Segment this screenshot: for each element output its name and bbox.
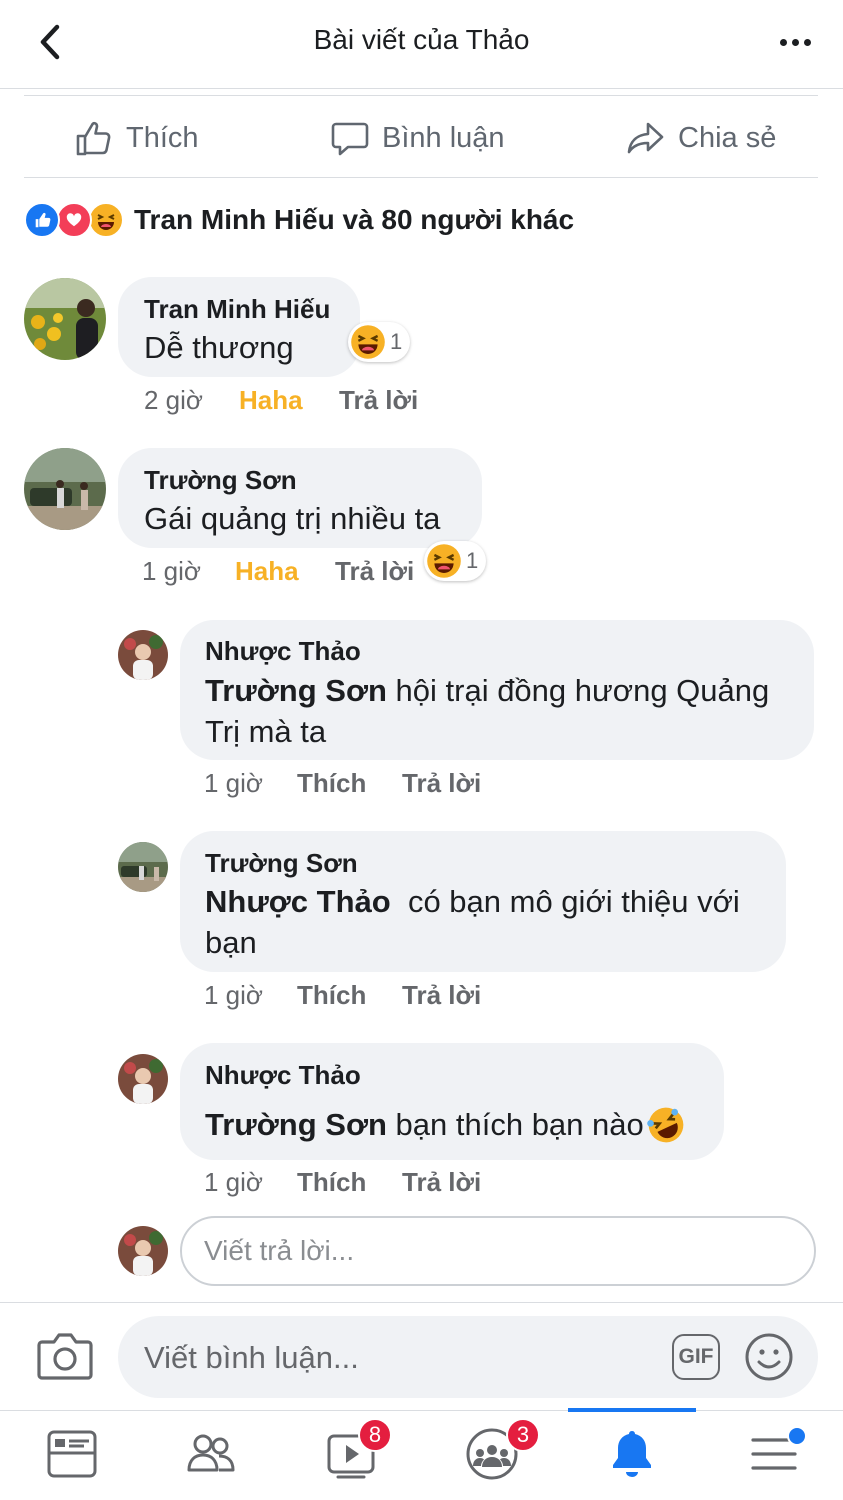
divider <box>24 177 818 178</box>
avatar[interactable] <box>24 278 106 360</box>
tab-friends[interactable] <box>181 1422 241 1486</box>
notifications-icon <box>613 1431 651 1477</box>
divider <box>24 95 818 96</box>
share-label: Chia sẻ <box>678 121 777 154</box>
current-user-avatar <box>118 1226 168 1276</box>
reply-text: Trường Sơn bạn thích bạn nào <box>205 1104 686 1145</box>
top-bar: Bài viết của Thảo <box>0 0 843 89</box>
groups-badge: 3 <box>506 1418 540 1452</box>
friends-icon <box>187 1434 235 1472</box>
bottom-tab-bar <box>0 1410 843 1500</box>
reply-text: Trường Sơn hội trại đồng hương Quảng Trị… <box>205 673 770 749</box>
comment-label: Bình luận <box>382 121 505 154</box>
reply-input[interactable] <box>182 1218 814 1284</box>
tab-notifications[interactable] <box>602 1422 662 1486</box>
speech-bubble-icon <box>331 122 369 156</box>
haha-button[interactable]: Haha <box>235 556 299 587</box>
watch-badge: 8 <box>358 1418 392 1452</box>
comment-time: 2 giờ <box>144 385 203 415</box>
camera-icon <box>37 1333 93 1380</box>
haha-reaction-icon <box>351 325 385 359</box>
avatar[interactable] <box>118 842 168 892</box>
reply-button[interactable]: Trả lời <box>339 385 418 416</box>
reply-input-container <box>180 1216 816 1286</box>
comment-reaction-count[interactable]: 1 <box>424 541 487 581</box>
reply-author[interactable]: Trường Sơn <box>205 848 358 879</box>
gif-button[interactable]: GIF <box>672 1334 720 1380</box>
comment-text: Gái quảng trị nhiều ta <box>144 501 441 536</box>
haha-reaction-icon <box>427 544 461 578</box>
reply-button[interactable]: Trả lời <box>402 768 481 799</box>
active-tab-indicator <box>568 1408 696 1412</box>
reply-time: 1 giờ <box>204 980 263 1010</box>
haha-button[interactable]: Haha <box>239 385 303 416</box>
avatar[interactable] <box>118 1054 168 1104</box>
comment-author[interactable]: Tran Minh Hiếu <box>144 294 330 325</box>
love-reaction-icon <box>56 202 92 238</box>
comment-input[interactable] <box>142 1316 666 1400</box>
mention-link[interactable]: Trường Sơn <box>205 1104 387 1145</box>
reactions-text: Tran Minh Hiếu và 80 người khác <box>134 204 575 235</box>
reply-text: Nhược Thảo có bạn mô giới thiệu với bạn <box>205 884 740 960</box>
like-reply-button[interactable]: Thích <box>297 1167 366 1198</box>
news-feed-icon <box>47 1430 97 1478</box>
comment-text: Dễ thương <box>144 330 294 365</box>
reply-button[interactable]: Trả lời <box>402 1167 481 1198</box>
like-button[interactable]: Thích <box>74 112 199 164</box>
like-reply-button[interactable]: Thích <box>297 980 366 1011</box>
like-reply-button[interactable]: Thích <box>297 768 366 799</box>
like-label: Thích <box>126 121 199 154</box>
camera-button[interactable] <box>36 1328 94 1384</box>
comment-author[interactable]: Trường Sơn <box>144 465 297 496</box>
reply-time: 1 giờ <box>204 1167 263 1197</box>
reply-button[interactable]: Trả lời <box>402 980 481 1011</box>
emoji-button[interactable] <box>744 1332 794 1382</box>
comment-time: 1 giờ <box>142 556 201 586</box>
share-arrow-icon <box>627 122 664 154</box>
comment-button[interactable]: Bình luận <box>330 112 505 164</box>
reply-author[interactable]: Nhược Thảo <box>205 636 361 667</box>
comment-reaction-count[interactable]: 1 <box>348 322 411 362</box>
tab-news-feed[interactable] <box>42 1422 102 1486</box>
rolling-laughing-emoji-icon <box>646 1107 684 1142</box>
page-title: Bài viết của Thảo <box>313 24 530 55</box>
reply-author[interactable]: Nhược Thảo <box>205 1060 361 1091</box>
smiley-icon <box>745 1333 793 1381</box>
reply-button[interactable]: Trả lời <box>335 556 414 587</box>
avatar[interactable] <box>118 630 168 680</box>
reply-time: 1 giờ <box>204 768 263 798</box>
avatar[interactable] <box>24 448 106 530</box>
haha-reaction-icon <box>88 202 124 238</box>
like-reaction-icon <box>24 202 60 238</box>
thumbs-up-icon <box>76 121 111 156</box>
more-options-button[interactable] <box>775 30 815 54</box>
menu-notification-dot <box>787 1426 807 1446</box>
mention-link[interactable]: Nhược Thảo <box>205 884 391 919</box>
reactions-summary[interactable]: Tran Minh Hiếu và 80 người khác <box>24 198 574 242</box>
share-button[interactable]: Chia sẻ <box>626 112 776 164</box>
mention-link[interactable]: Trường Sơn <box>205 673 387 708</box>
